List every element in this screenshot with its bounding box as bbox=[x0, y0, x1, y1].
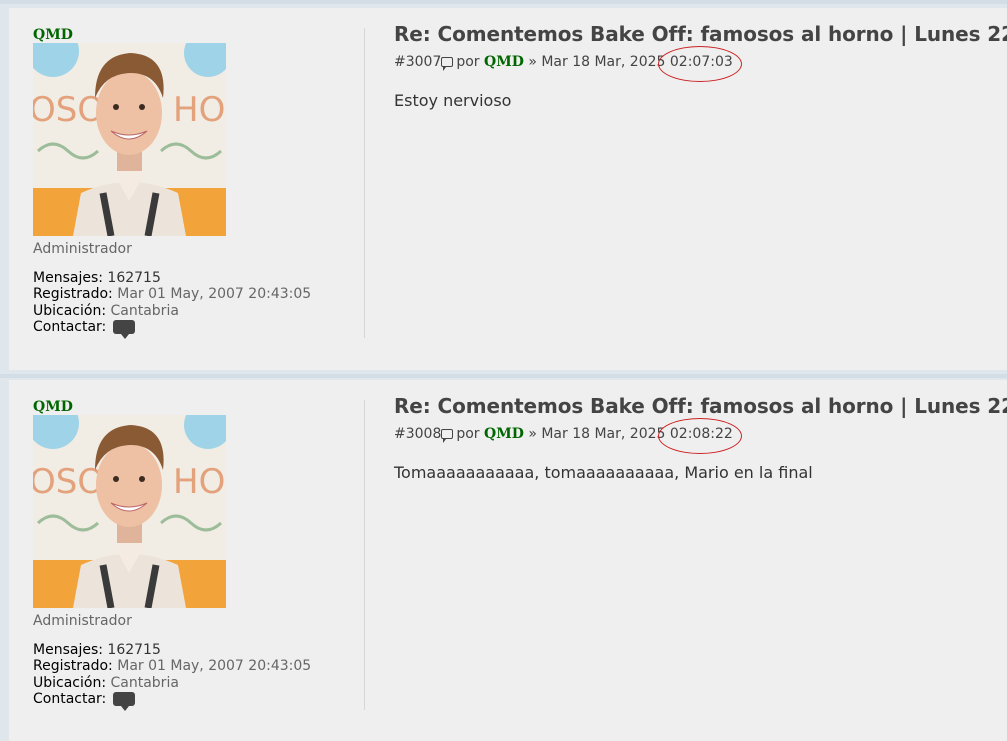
post-title[interactable]: Re: Comentemos Bake Off: famosos al horn… bbox=[394, 22, 1007, 46]
user-details: Mensajes: 162715 Registrado: Mar 01 May,… bbox=[33, 642, 312, 712]
post-date: » Mar 18 Mar, 2025 bbox=[528, 54, 666, 70]
top-strip bbox=[0, 0, 1007, 4]
registrado-value: Mar 01 May, 2007 20:43:05 bbox=[117, 286, 312, 303]
chat-bubble-icon[interactable] bbox=[112, 320, 135, 340]
mensajes-value: 162715 bbox=[107, 642, 161, 658]
post-3008: QMD OSO HO Administrador Mensajes: 16271… bbox=[9, 380, 1007, 741]
post-number[interactable]: #3007 bbox=[394, 54, 441, 70]
post-author-name[interactable]: QMD bbox=[484, 426, 524, 442]
ubicacion-value: Cantabria bbox=[110, 302, 179, 319]
post-3007: QMD OSO HO Administrador Mensajes: 16271… bbox=[9, 8, 1007, 370]
svg-text:OSO: OSO bbox=[33, 90, 104, 130]
ubicacion-label: Ubicación: bbox=[33, 674, 107, 691]
post-separator bbox=[0, 374, 1007, 378]
avatar: OSO HO bbox=[33, 415, 226, 608]
post-number[interactable]: #3008 bbox=[394, 426, 441, 442]
speech-bubble-icon[interactable] bbox=[441, 57, 454, 71]
mensajes-label: Mensajes: bbox=[33, 270, 103, 286]
por-label: por bbox=[456, 54, 480, 70]
avatar: OSO HO bbox=[33, 43, 226, 236]
speech-bubble-icon[interactable] bbox=[441, 429, 454, 443]
registrado-label: Registrado: bbox=[33, 658, 113, 675]
chat-bubble-icon[interactable] bbox=[112, 692, 135, 712]
post-content: Estoy nervioso bbox=[394, 91, 512, 110]
mensajes-label: Mensajes: bbox=[33, 642, 103, 658]
registrado-label: Registrado: bbox=[33, 286, 113, 303]
svg-text:OSO: OSO bbox=[33, 462, 104, 502]
contactar-label: Contactar: bbox=[33, 691, 107, 708]
ubicacion-value: Cantabria bbox=[110, 674, 179, 691]
user-rank: Administrador bbox=[33, 613, 132, 629]
ubicacion-label: Ubicación: bbox=[33, 302, 107, 319]
post-author-name[interactable]: QMD bbox=[484, 54, 524, 70]
author-username[interactable]: QMD bbox=[33, 27, 73, 43]
registrado-value: Mar 01 May, 2007 20:43:05 bbox=[117, 658, 312, 675]
column-divider bbox=[364, 28, 365, 338]
annotation-circle bbox=[658, 418, 742, 454]
mensajes-value: 162715 bbox=[107, 270, 161, 286]
column-divider bbox=[364, 400, 365, 710]
por-label: por bbox=[456, 426, 480, 442]
user-details: Mensajes: 162715 Registrado: Mar 01 May,… bbox=[33, 270, 312, 340]
svg-text:HO: HO bbox=[173, 90, 225, 130]
post-date: » Mar 18 Mar, 2025 bbox=[528, 426, 666, 442]
post-title[interactable]: Re: Comentemos Bake Off: famosos al horn… bbox=[394, 394, 1007, 418]
post-content: Tomaaaaaaaaaaa, tomaaaaaaaaaa, Mario en … bbox=[394, 463, 813, 482]
contactar-label: Contactar: bbox=[33, 319, 107, 336]
author-username[interactable]: QMD bbox=[33, 399, 73, 415]
svg-text:HO: HO bbox=[173, 462, 225, 502]
user-rank: Administrador bbox=[33, 241, 132, 257]
annotation-circle bbox=[658, 46, 742, 82]
